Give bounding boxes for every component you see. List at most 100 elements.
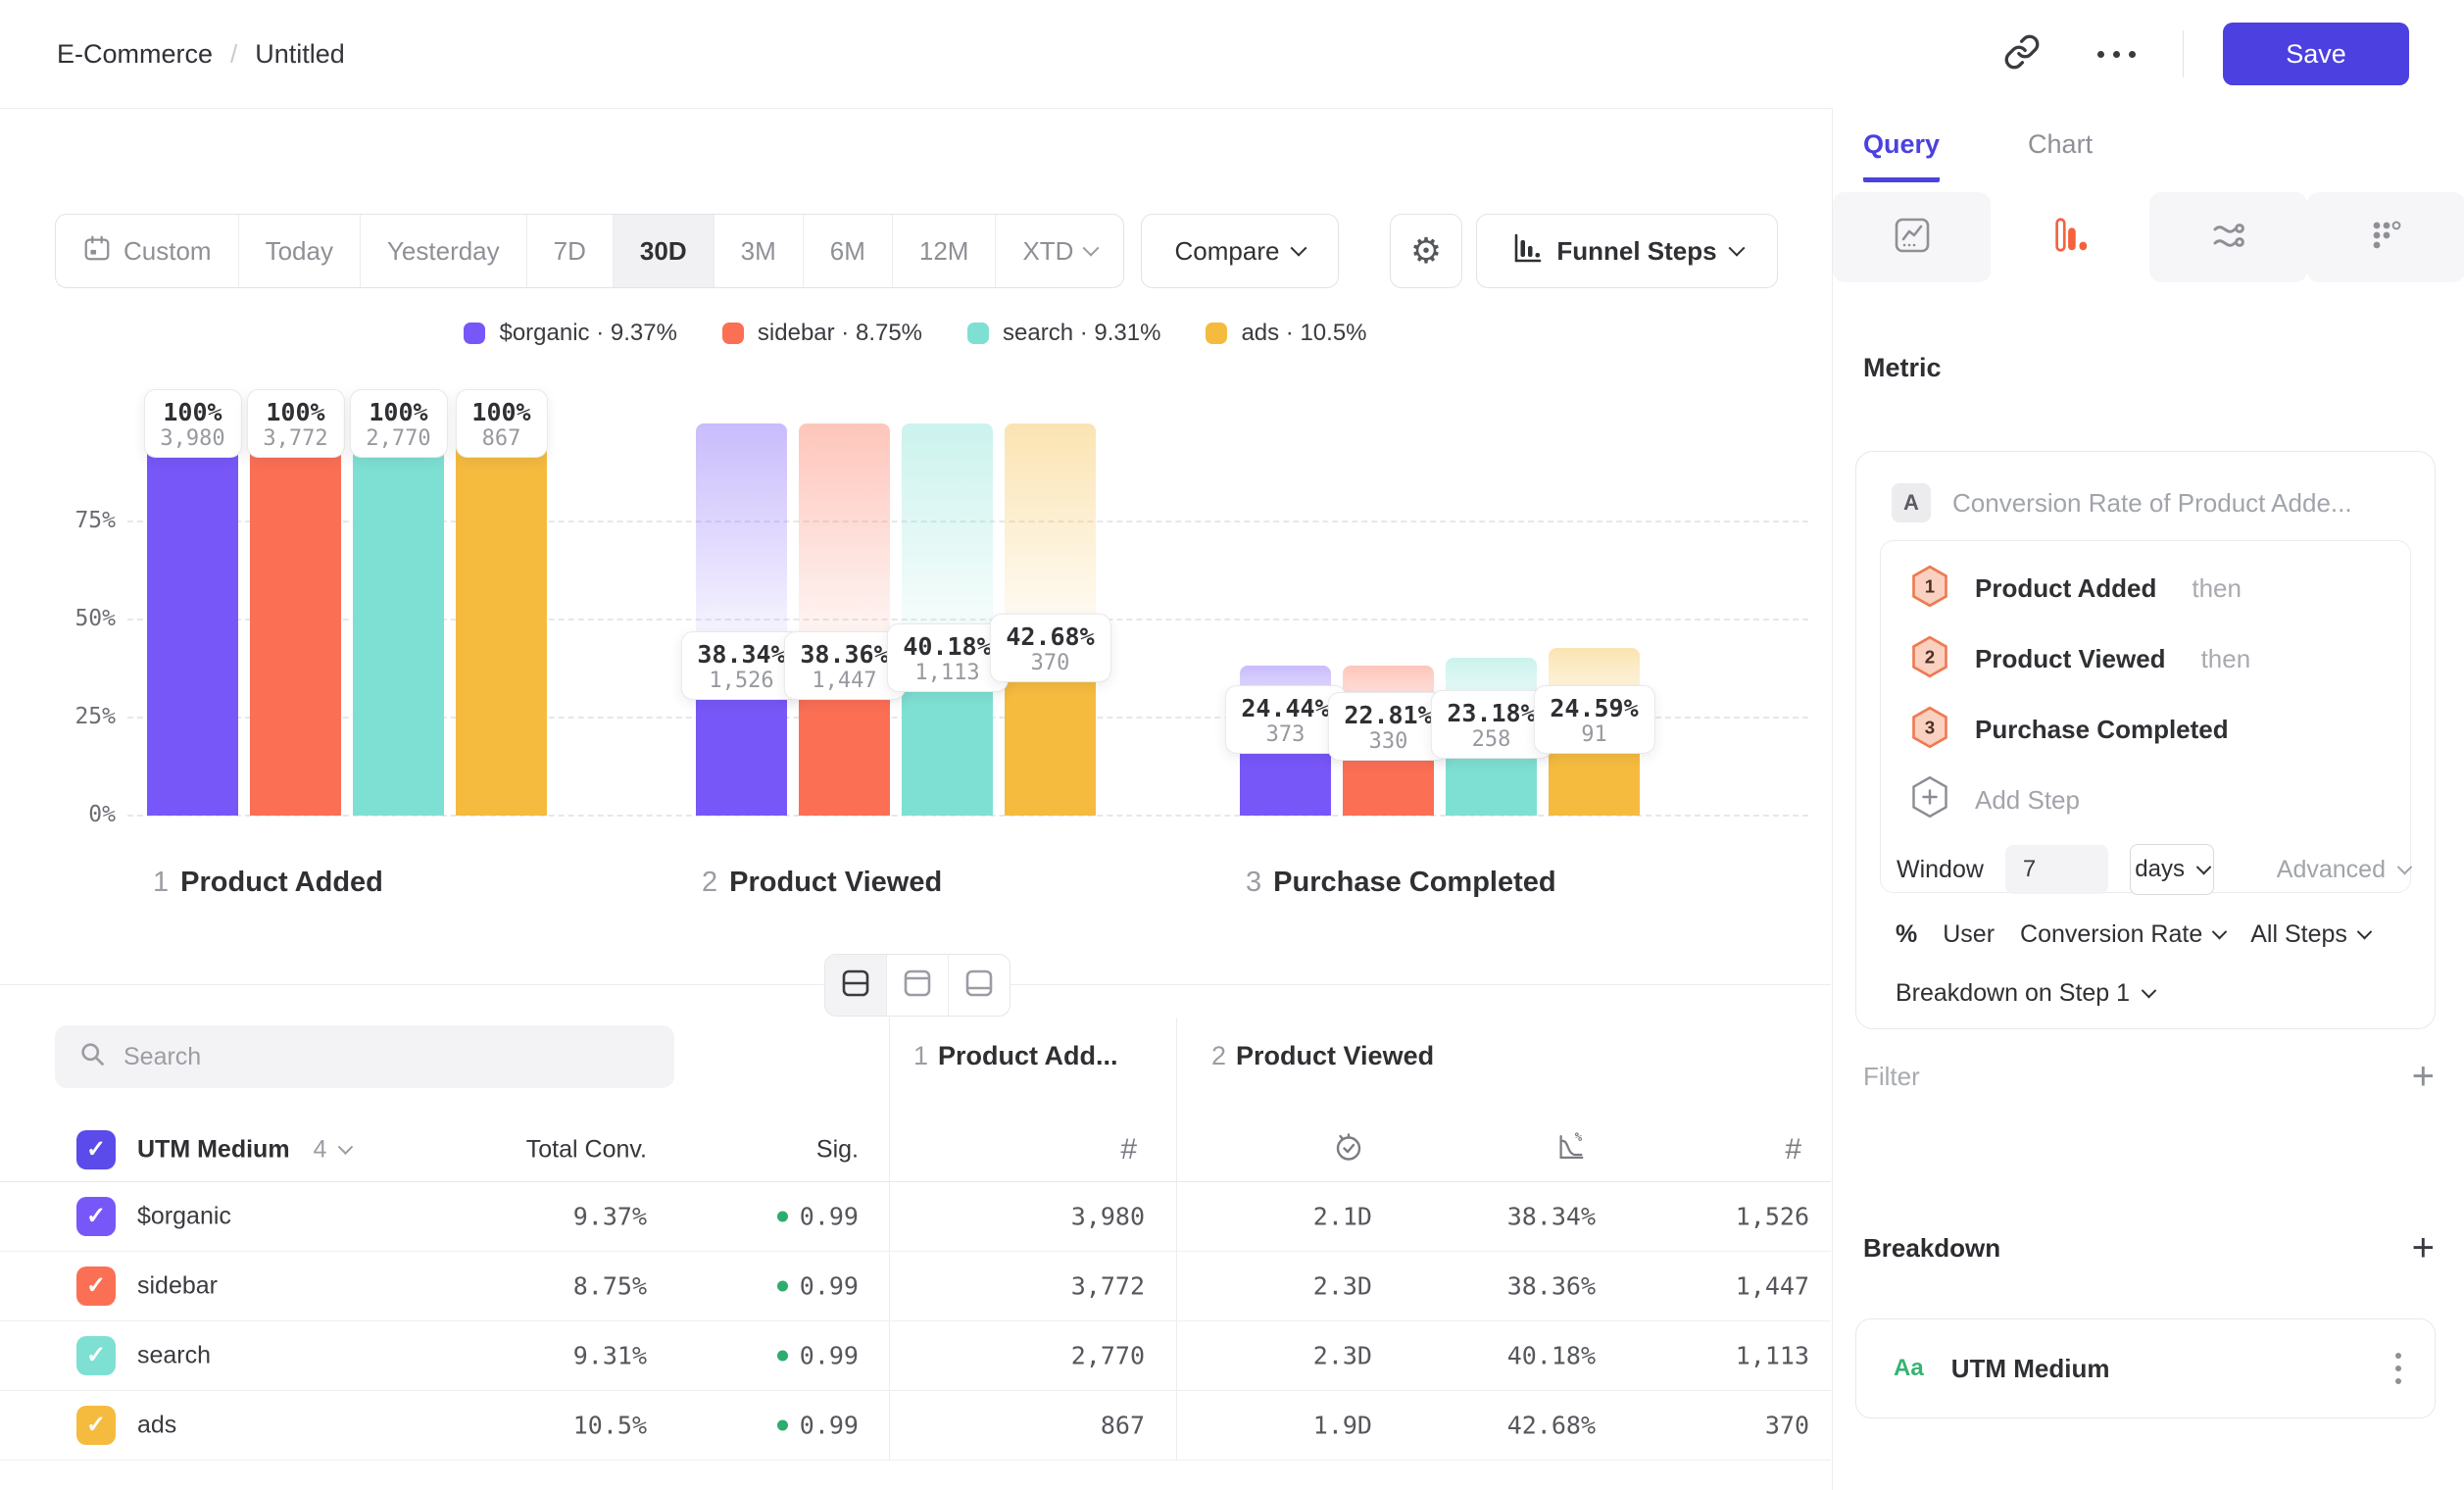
chevron-down-icon <box>2212 924 2228 940</box>
add-step-hexagon-icon <box>1910 775 1949 825</box>
row-step2-count: 1,113 <box>1617 1341 1809 1369</box>
funnel-bar[interactable] <box>250 423 341 816</box>
sig-header[interactable]: Sig. <box>686 1135 859 1164</box>
significance-dot <box>777 1280 788 1291</box>
step-name: Product Added <box>180 867 383 898</box>
metric-title-row[interactable]: A Conversion Rate of Product Adde... <box>1892 483 2435 522</box>
step-caption: 2Product Viewed <box>702 867 942 899</box>
bar-value-label: 42.68%370 <box>989 614 1110 682</box>
significance-dot <box>777 1211 788 1221</box>
funnel-bar[interactable] <box>456 423 547 816</box>
table-row: ✓search9.31%0.992,7702.3D40.18%1,113 <box>0 1320 1831 1391</box>
query-step-suffix: then <box>2192 573 2242 604</box>
layout-chart-only-button[interactable] <box>886 955 948 1016</box>
step2-count-column[interactable]: # <box>1617 1133 1809 1167</box>
add-step-label: Add Step <box>1975 785 2080 816</box>
funnels-report-tab[interactable] <box>1991 192 2148 282</box>
svg-text:3: 3 <box>1925 717 1935 737</box>
tab-chart[interactable]: Chart <box>2028 129 2093 182</box>
row-checkbox[interactable]: ✓ <box>76 1406 116 1445</box>
breakdown-property-label: UTM Medium <box>1951 1354 2395 1384</box>
row-step2-count: 1,526 <box>1617 1202 1809 1230</box>
funnel-steps-card: 1 Product Added then 2 Product Viewed then 3Pu… <box>1880 540 2411 893</box>
measure-metric-dropdown[interactable]: Conversion Rate <box>2020 920 2225 949</box>
query-step-row[interactable]: 1 Product Added then <box>1910 553 2410 623</box>
select-all-checkbox[interactable]: ✓ <box>76 1130 116 1169</box>
bar-value-label: 100%3,772 <box>246 389 344 458</box>
kebab-menu-icon[interactable] <box>2395 1353 2401 1384</box>
breakdown-column-header[interactable]: UTM Medium 4 <box>137 1135 351 1164</box>
step2-avg-time-column[interactable] <box>1204 1129 1372 1169</box>
table-row: ✓$organic9.37%0.993,9802.1D38.34%1,526 <box>0 1181 1831 1252</box>
query-step-label: Product Added <box>1975 573 2156 604</box>
insights-report-tab[interactable] <box>1833 192 1991 282</box>
query-step-row[interactable]: 3Purchase Completed <box>1910 694 2410 765</box>
row-step1-count: 867 <box>931 1411 1145 1439</box>
flows-report-tab[interactable] <box>2149 192 2307 282</box>
chevron-down-icon <box>2196 859 2212 874</box>
advanced-toggle[interactable]: Advanced <box>2277 856 2410 884</box>
metric-card: A Conversion Rate of Product Adde... 1 Pr… <box>1855 451 2436 1029</box>
y-axis-tick: 0% <box>29 802 116 827</box>
row-significance: 0.99 <box>686 1341 859 1369</box>
layout-table-only-button[interactable] <box>948 955 1010 1016</box>
row-label: sidebar <box>137 1271 218 1300</box>
bar-count: 3,980 <box>160 426 224 451</box>
y-axis-tick: 75% <box>29 508 116 533</box>
significance-value: 0.99 <box>800 1271 859 1300</box>
bar-pct: 100% <box>160 398 224 426</box>
funnel-steps-list: 1 Product Added then 2 Product Viewed then 3Pu… <box>1881 541 2410 765</box>
bar-count: 1,526 <box>697 669 785 693</box>
funnel-bar-ghost <box>696 423 787 666</box>
step-hexagon-badge: 1 <box>1910 565 1949 613</box>
tab-query[interactable]: Query <box>1863 129 1940 182</box>
svg-text:2: 2 <box>1925 646 1935 667</box>
row-checkbox[interactable]: ✓ <box>76 1336 116 1375</box>
row-significance: 0.99 <box>686 1271 859 1300</box>
retention-report-tab[interactable] <box>2307 192 2464 282</box>
bar-count: 3,772 <box>263 426 327 451</box>
query-step-row[interactable]: 2Product Viewedthen <box>1910 623 2410 694</box>
significance-dot <box>777 1419 788 1430</box>
layout-split-button[interactable] <box>825 955 886 1016</box>
row-step2-count: 370 <box>1617 1411 1809 1439</box>
table-search-input[interactable]: Search <box>55 1025 674 1088</box>
bar-count: 1,447 <box>800 669 888 693</box>
row-step2-count: 1,447 <box>1617 1271 1809 1300</box>
row-step1-count: 2,770 <box>931 1341 1145 1369</box>
time-to-convert-icon <box>1331 1129 1364 1169</box>
add-breakdown-button[interactable]: + <box>2412 1228 2435 1267</box>
window-unit-dropdown[interactable]: days <box>2130 844 2213 895</box>
row-checkbox[interactable]: ✓ <box>76 1197 116 1236</box>
add-step-button[interactable]: Add Step <box>1910 765 2410 835</box>
window-row: Window 7 days Advanced <box>1897 835 2410 904</box>
step1-count-column[interactable]: # <box>931 1133 1145 1167</box>
metric-section-heading: Metric <box>1863 353 1942 383</box>
table-row: ✓ads10.5%0.998671.9D42.68%370 <box>0 1390 1831 1461</box>
report-type-tabs <box>1833 192 2464 282</box>
bar-count: 373 <box>1241 722 1329 747</box>
breakdown-item-card[interactable]: AaUTM Medium <box>1855 1318 2436 1418</box>
measure-scope-dropdown[interactable]: All Steps <box>2250 920 2370 949</box>
row-checkbox[interactable]: ✓ <box>76 1266 116 1306</box>
window-value-input[interactable]: 7 <box>2005 845 2109 894</box>
window-label: Window <box>1897 856 1984 884</box>
table-step1-header: 1Product Add... <box>913 1041 1118 1071</box>
hash-icon: # <box>1120 1133 1137 1167</box>
search-placeholder: Search <box>123 1043 201 1071</box>
breakdown-on-step-dropdown[interactable]: Breakdown on Step 1 <box>1896 979 2154 1008</box>
significance-value: 0.99 <box>800 1202 859 1230</box>
query-step-label: Product Viewed <box>1975 644 2166 674</box>
breakdown-heading: Breakdown <box>1863 1233 2000 1264</box>
step2-conv-rate-column[interactable]: % <box>1411 1129 1596 1169</box>
funnel-bar[interactable] <box>147 423 238 816</box>
percent-icon: % <box>1896 920 1917 949</box>
funnel-bar[interactable] <box>353 423 444 816</box>
bar-pct: 24.59% <box>1550 694 1638 722</box>
check-icon: ✓ <box>86 1341 106 1369</box>
total-conv-header[interactable]: Total Conv. <box>421 1135 647 1164</box>
measure-entity[interactable]: User <box>1943 920 1995 949</box>
add-filter-button[interactable]: + <box>2412 1057 2435 1096</box>
layout-bottom-icon <box>963 968 995 1004</box>
breakdown-section: Breakdown + <box>1863 1228 2435 1267</box>
